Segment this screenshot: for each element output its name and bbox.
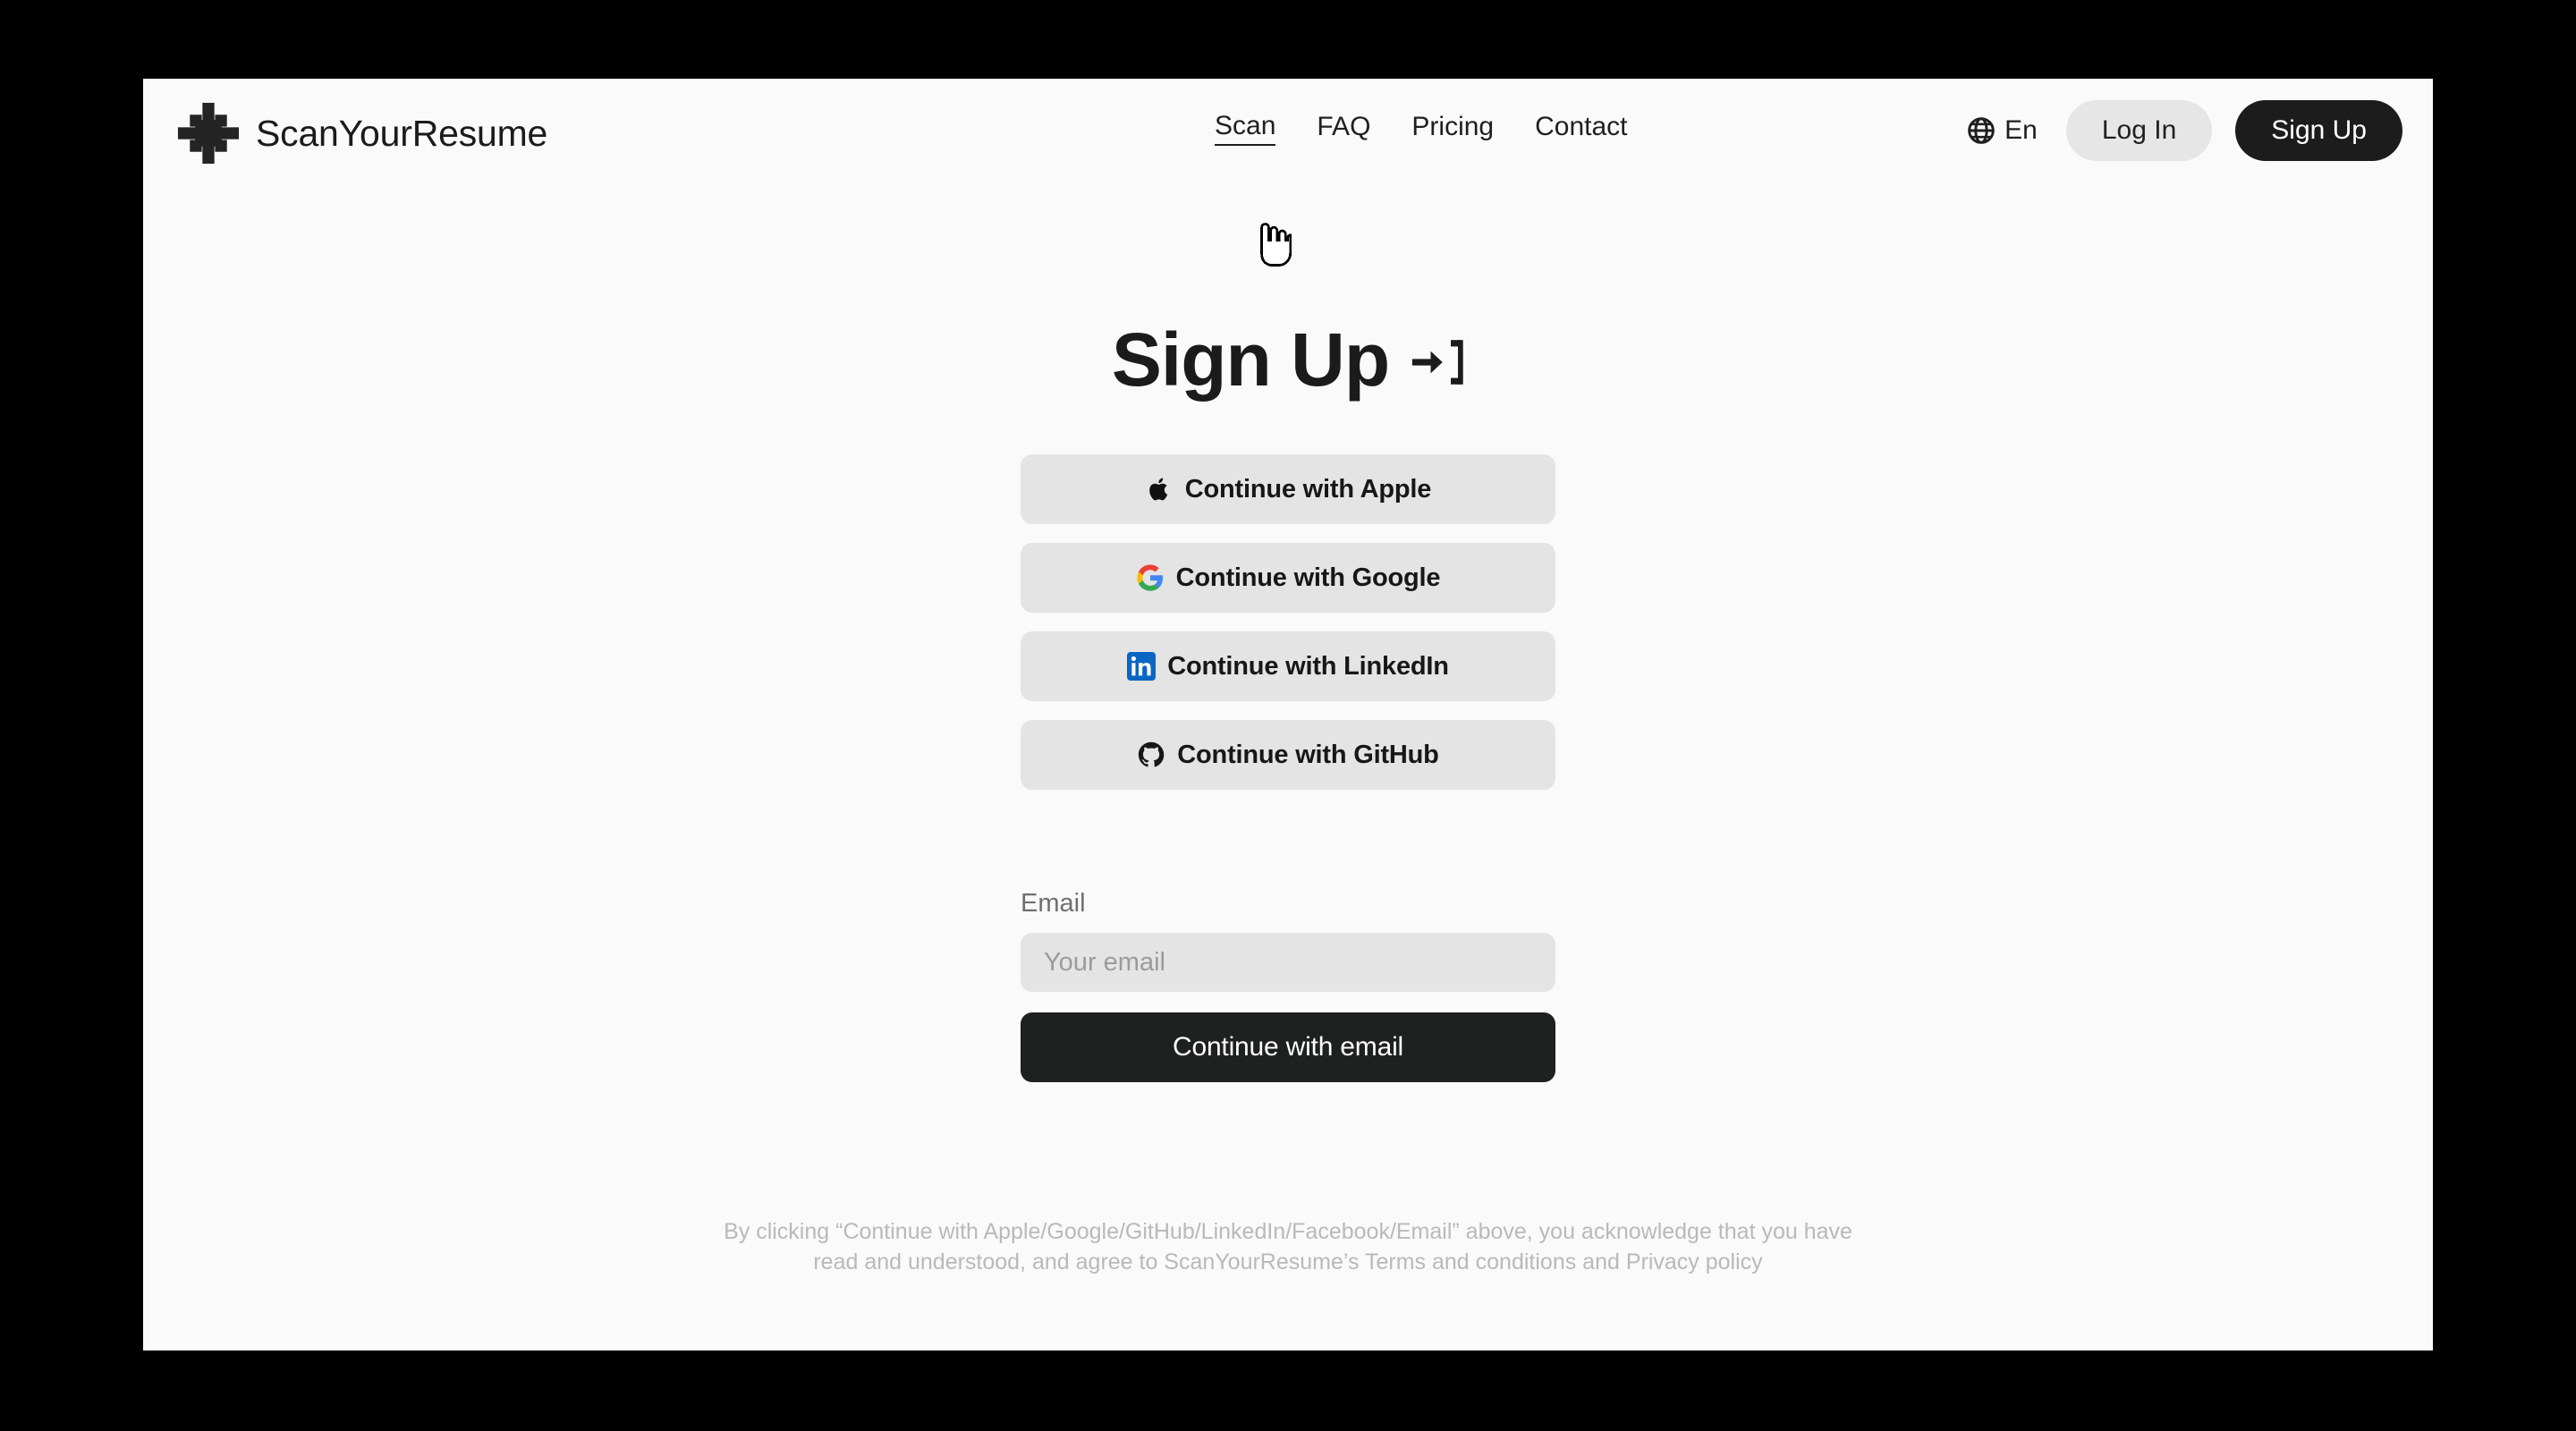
continue-with-google-button[interactable]: Continue with Google [1021, 543, 1555, 613]
continue-with-email-button[interactable]: Continue with email [1021, 1012, 1555, 1082]
scanyourresume-logo-icon [175, 100, 242, 166]
continue-with-github-button[interactable]: Continue with GitHub [1021, 720, 1555, 790]
legal-disclaimer: By clicking “Continue with Apple/Google/… [698, 1217, 1878, 1278]
legal-disclaimer-line-2: read and understood, and agree to ScanYo… [813, 1249, 1763, 1274]
page-title-text: Sign Up [1111, 318, 1390, 402]
email-field-label: Email [1021, 889, 1086, 918]
apple-icon [1145, 475, 1174, 504]
page-content-area: ScanYourResume Scan FAQ Pricing Contact [143, 79, 2433, 1351]
continue-with-linkedin-label: Continue with LinkedIn [1167, 651, 1449, 681]
linkedin-icon [1127, 652, 1157, 681]
log-in-button[interactable]: Log In [2065, 100, 2213, 161]
sign-in-arrow-icon [1409, 329, 1464, 390]
email-input[interactable] [1021, 933, 1555, 992]
main-content: Sign Up Continue with Apple Continue wit… [143, 186, 2433, 1278]
legal-disclaimer-line-1: By clicking “Continue with Apple/Google/… [724, 1219, 1852, 1244]
google-icon [1136, 563, 1165, 592]
continue-with-apple-label: Continue with Apple [1184, 474, 1432, 504]
nav-item-pricing[interactable]: Pricing [1411, 112, 1494, 145]
language-selector[interactable]: En [1967, 115, 2038, 146]
github-icon [1137, 741, 1165, 769]
site-header: ScanYourResume Scan FAQ Pricing Contact [143, 79, 2433, 186]
continue-with-google-label: Continue with Google [1175, 563, 1441, 592]
continue-with-apple-button[interactable]: Continue with Apple [1021, 454, 1555, 524]
nav-item-faq[interactable]: FAQ [1317, 112, 1370, 145]
primary-navigation: Scan FAQ Pricing Contact [1215, 111, 1628, 146]
nav-item-contact[interactable]: Contact [1535, 112, 1627, 145]
sign-up-button[interactable]: Sign Up [2235, 100, 2402, 161]
language-label: En [2004, 115, 2038, 145]
page-title: Sign Up [143, 322, 2433, 397]
signup-form: Continue with Apple Continue with Google [1021, 454, 1555, 1082]
nav-item-scan[interactable]: Scan [1215, 111, 1276, 146]
continue-with-linkedin-button[interactable]: Continue with LinkedIn [1021, 631, 1555, 701]
globe-icon [1967, 116, 1996, 145]
continue-with-github-label: Continue with GitHub [1177, 740, 1439, 769]
header-actions: En Log In Sign Up [1967, 100, 2402, 161]
brand-name: ScanYourResume [256, 112, 548, 154]
brand-logo[interactable]: ScanYourResume [175, 100, 547, 166]
